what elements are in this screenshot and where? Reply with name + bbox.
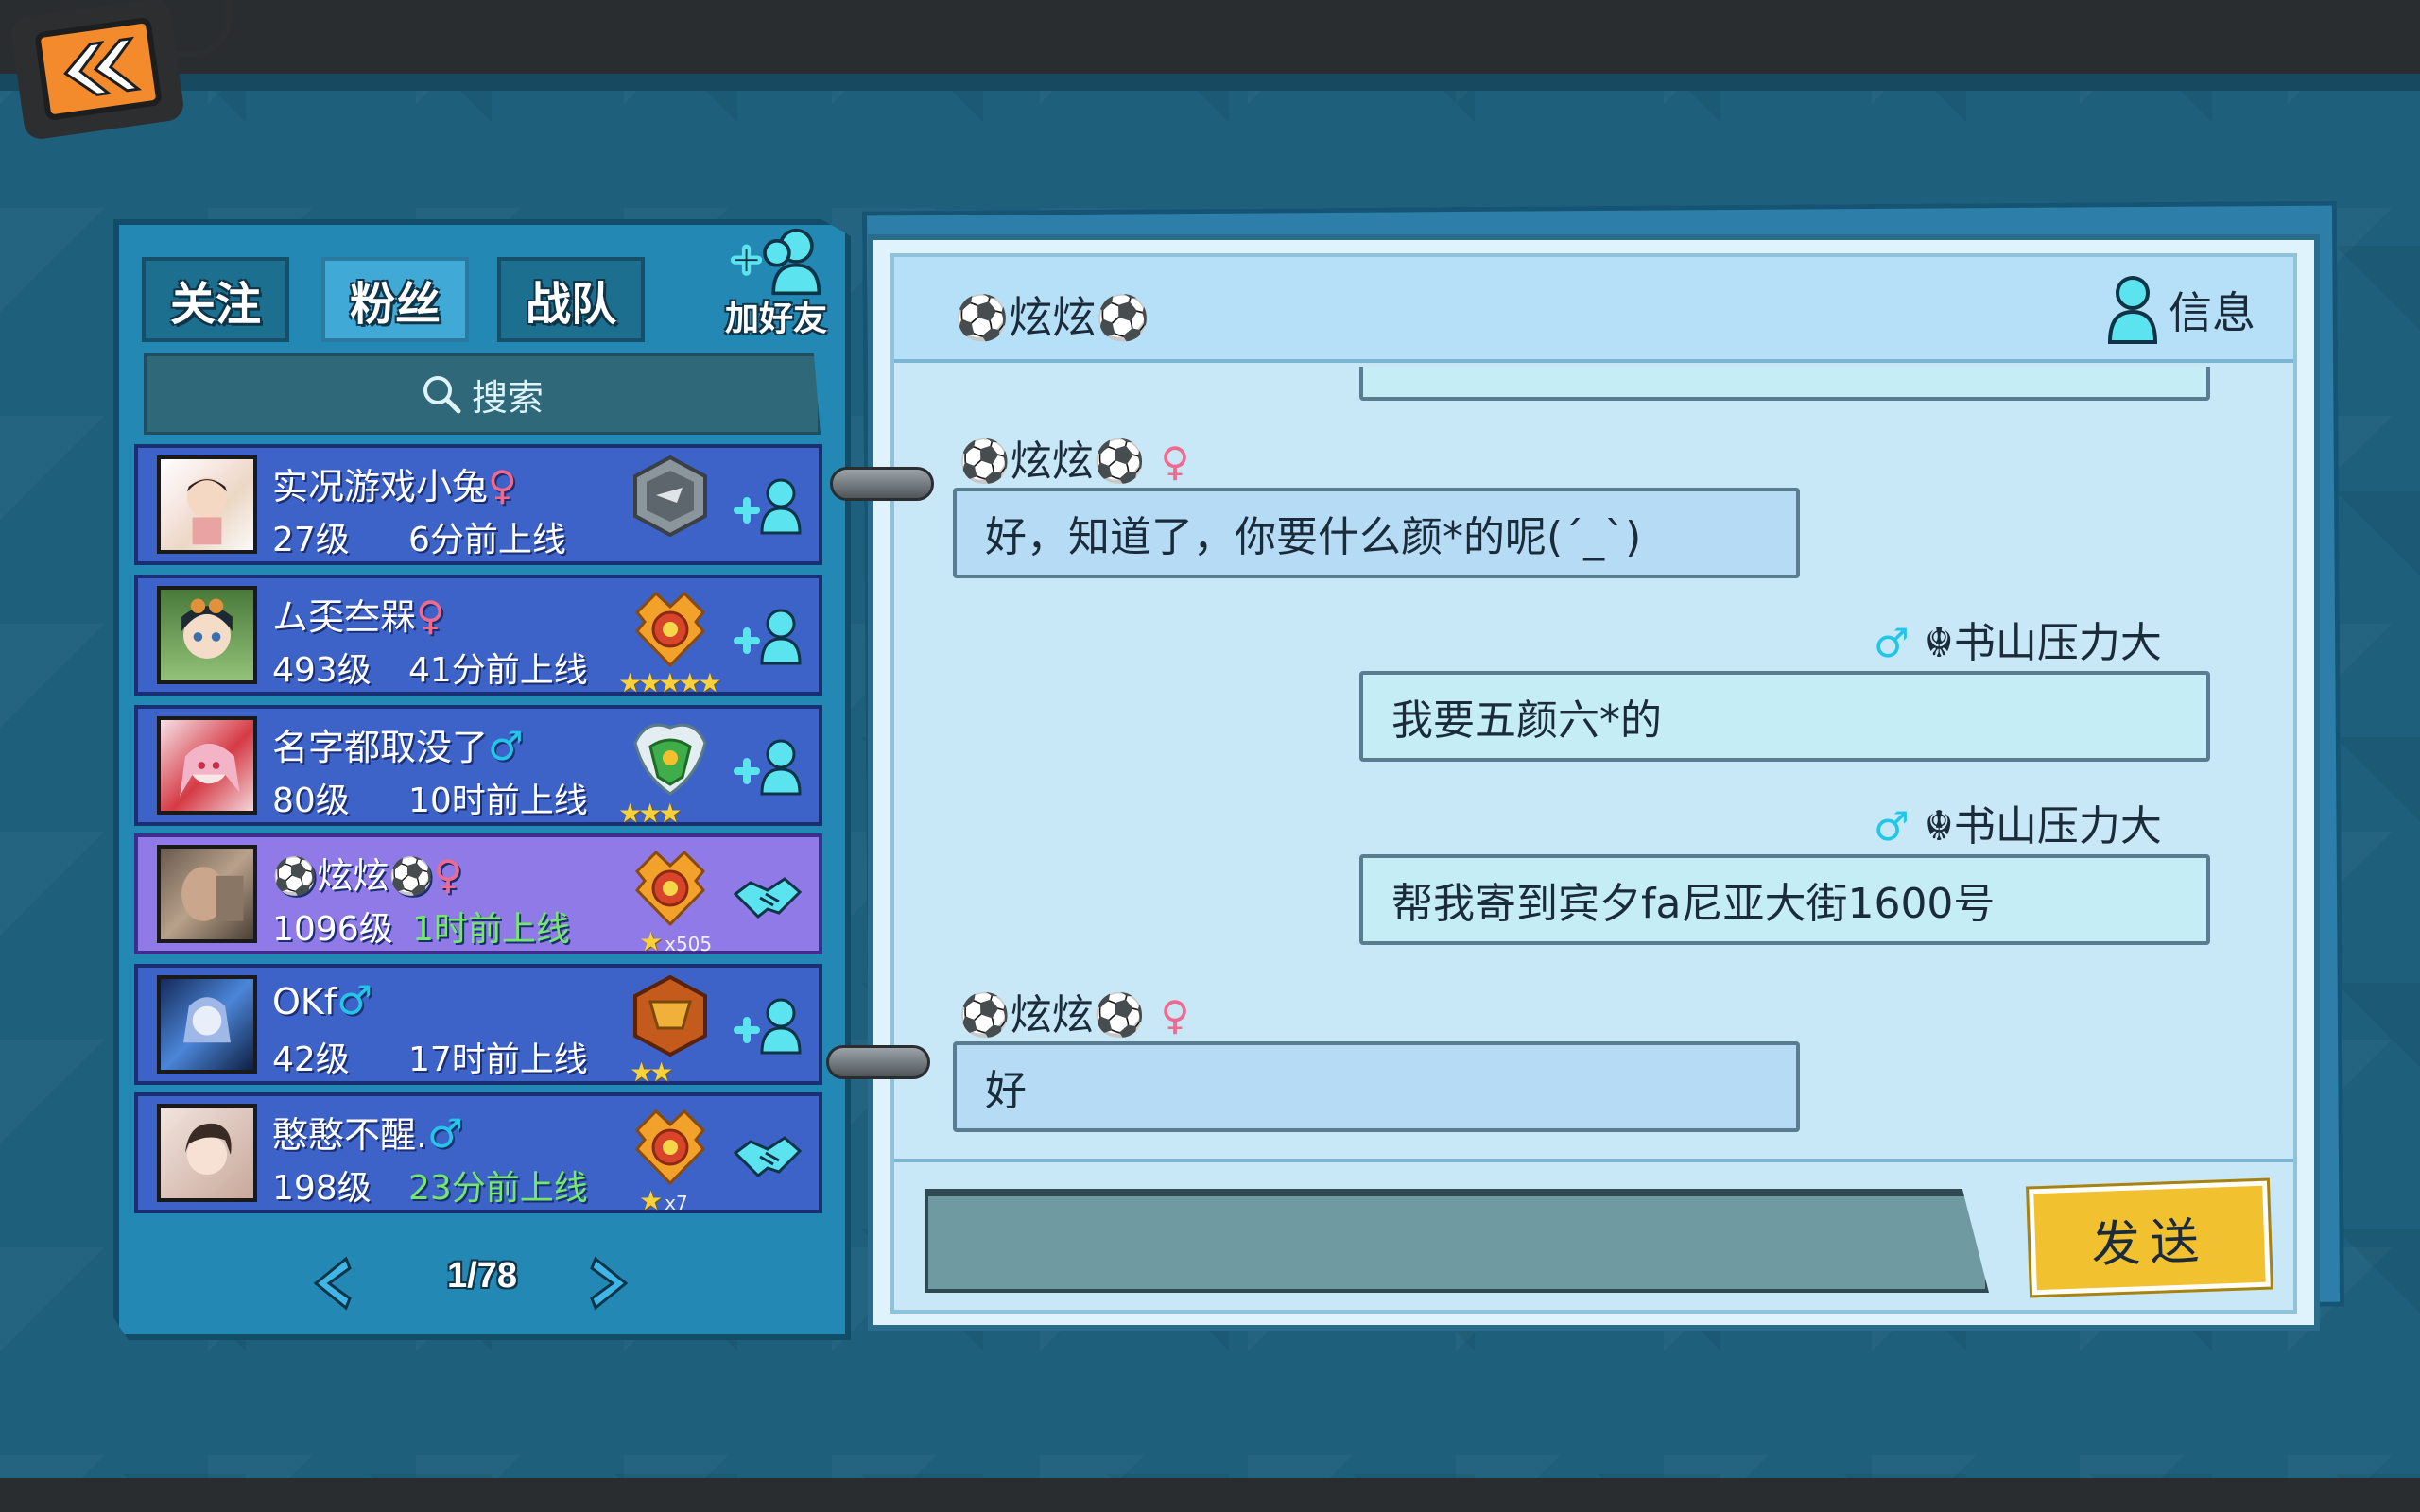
avatar [157,455,257,554]
avatar [157,716,257,815]
male-icon: ♂ [1874,620,1910,666]
friend-row[interactable]: 实况游戏小兔♀ 27级 6分前上线 [134,444,822,565]
message-sender: ⚽炫炫⚽ ♀ [959,991,1190,1040]
handshake-icon[interactable] [732,866,804,924]
message-sender: ♂ ☬书山压力大 [1874,802,2162,850]
next-arrow-icon[interactable] [586,1255,633,1312]
rank-stars: ★★★★★ [618,667,721,698]
search-bar[interactable]: 搜索 [144,353,821,435]
rank-stars: ★★★ [618,798,682,829]
message-sender: ⚽炫炫⚽ ♀ [959,438,1190,486]
rank-stars: ★★ [630,1057,673,1088]
female-icon: ♀ [488,462,517,508]
rank-badge-icon [633,974,707,1057]
message-bubble: 我要五颜六*的 [1359,671,2210,762]
rank-badge-icon [633,455,707,538]
search-label: 搜索 [471,376,544,419]
back-button[interactable] [9,0,186,142]
message-input[interactable] [925,1189,1989,1293]
friend-last-online: 17时前上线 [408,1040,588,1079]
user-info-icon [2107,276,2158,344]
friend-name: ⚽炫炫⚽♀ [272,851,463,898]
friend-last-online: 6分前上线 [408,521,566,559]
message-bubble-partial [1359,367,2210,401]
message-sender: ♂ ☬书山压力大 [1874,619,2162,667]
friend-level: 27级 [272,521,350,559]
female-icon: ♀ [1160,438,1190,485]
add-friend-icon[interactable] [732,996,804,1055]
prev-arrow-icon[interactable] [308,1255,355,1312]
message-bubble: 好 [953,1041,1800,1132]
friend-row[interactable]: 憨憨不醒.♂ 198级 23分前上线 ★ x7 [134,1092,822,1216]
tab-fans[interactable]: 粉丝 [321,257,469,342]
friend-last-online: 41分前上线 [408,651,588,690]
friend-level: 80级 [272,782,350,820]
friend-last-online: 23分前上线 [408,1169,588,1208]
rank-badge-icon [634,1108,706,1186]
tab-team[interactable]: 战队 [497,257,645,342]
male-icon: ♂ [427,1110,463,1157]
send-button[interactable]: 发送 [2026,1177,2273,1298]
friend-level: 493级 [272,651,372,690]
avatar [157,845,257,943]
add-friend-icon[interactable] [732,476,804,535]
rank-stars: ★ x505 [639,926,713,957]
friend-row[interactable]: 名字都取没了♂ 80级 10时前上线 ★★★ [134,705,822,829]
info-button[interactable]: 信息 [2104,272,2256,348]
message-bubble: 帮我寄到宾夕fa尼亚大街1600号 [1359,854,2210,945]
handshake-icon[interactable] [732,1125,804,1183]
friend-level: 1096级 [272,910,393,949]
friend-last-online: 1时前上线 [412,910,570,949]
friend-row[interactable]: ム奀夳槑♀ 493级 41分前上线 ★★★★★ [134,575,822,698]
avatar [157,586,257,684]
friend-name: 实况游戏小兔♀ [272,462,517,508]
friend-level: 42级 [272,1040,350,1079]
info-label: 信息 [2169,287,2256,338]
add-friend-label: 加好友 [724,299,827,337]
female-icon: ♀ [433,851,463,898]
pager: 1/78 [113,1219,851,1332]
friend-level: 198级 [272,1169,372,1208]
rank-stars: ★ x7 [639,1185,688,1216]
friend-name: 憨憨不醒.♂ [272,1110,463,1157]
male-icon: ♂ [337,977,372,1023]
rank-badge-icon [634,591,706,668]
female-icon: ♀ [416,593,445,639]
message-list: ⚽炫炫⚽ ♀ 好，知道了，你要什么颜*的呢(´_`) ♂ ☬书山压力大 我要五颜六*… [894,367,2293,1153]
add-friend-icon[interactable] [732,737,804,796]
friend-name: 名字都取没了♂ [272,723,524,769]
top-bar [0,0,2420,74]
message-bubble: 好，知道了，你要什么颜*的呢(´_`) [953,488,1800,578]
rank-badge-icon [633,723,707,796]
friend-row-selected[interactable]: ⚽炫炫⚽♀ 1096级 1时前上线 ★ x505 [134,833,822,957]
search-icon [423,376,461,414]
male-icon: ♂ [488,723,524,769]
friend-name: OKf♂ [272,977,372,1023]
add-friend-button[interactable]: 加好友 [715,227,838,340]
friend-row[interactable]: OKf♂ 42级 17时前上线 ★★ [134,964,822,1088]
add-friend-icon[interactable] [732,607,804,665]
back-arrow-icon [34,16,163,122]
avatar [157,1104,257,1202]
top-bar-shadow [0,74,2420,91]
add-friend-icon [730,228,821,296]
page-indicator: 1/78 [447,1255,517,1296]
chat-title: ⚽炫炫⚽ [955,292,1150,343]
friend-last-online: 10时前上线 [408,782,588,820]
avatar [157,975,257,1074]
tab-follow[interactable]: 关注 [142,257,289,342]
friend-name: ム奀夳槑♀ [272,593,445,639]
bottom-bar [0,1478,2420,1512]
female-icon: ♀ [1160,992,1190,1039]
rank-badge-icon [634,850,706,927]
male-icon: ♂ [1874,803,1910,850]
